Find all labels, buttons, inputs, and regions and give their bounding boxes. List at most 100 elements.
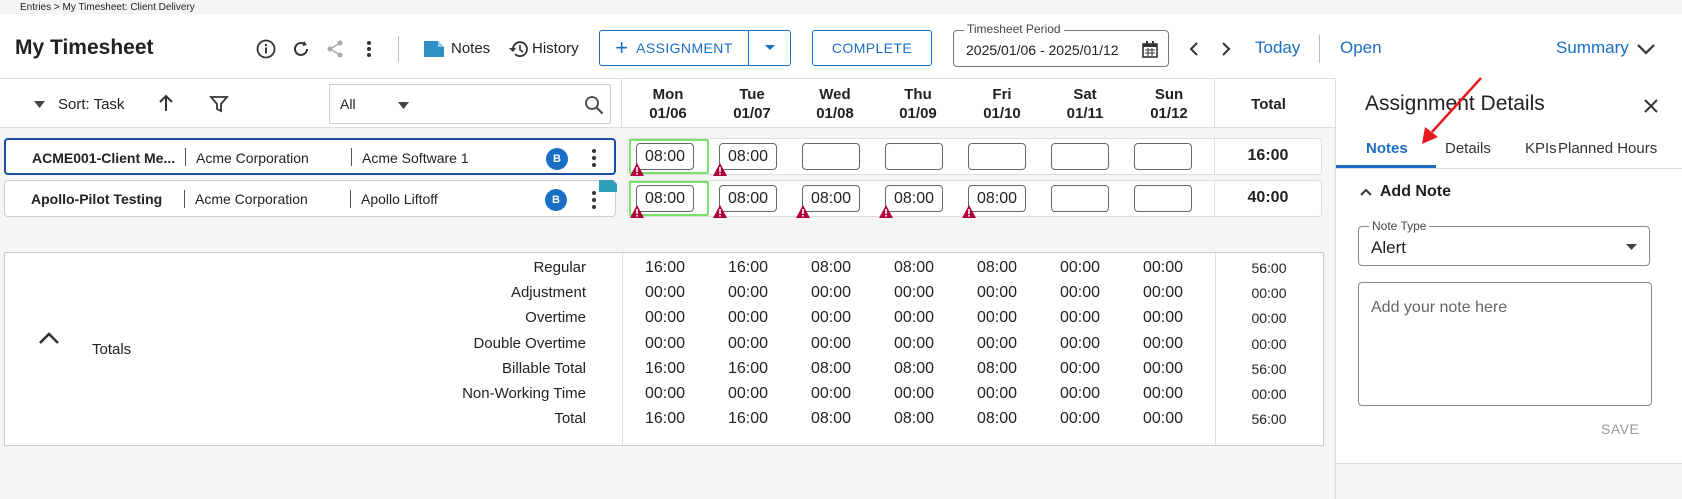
summary-link[interactable]: Summary — [1556, 38, 1629, 58]
close-icon[interactable] — [1643, 98, 1659, 114]
hour-input[interactable]: 08:00 — [968, 185, 1026, 212]
history-icon[interactable] — [506, 36, 532, 62]
note-textarea[interactable] — [1358, 282, 1652, 406]
hour-input[interactable] — [1051, 143, 1109, 170]
warning-icon[interactable] — [962, 205, 976, 218]
plus-icon: + — [615, 35, 629, 60]
hour-input[interactable]: 08:00 — [802, 185, 860, 212]
warning-icon[interactable] — [796, 205, 810, 218]
tab-notes[interactable]: Notes — [1366, 140, 1408, 157]
warning-icon[interactable] — [630, 163, 644, 176]
open-link[interactable]: Open — [1340, 38, 1382, 58]
totals-cell: 00:00 — [1059, 359, 1101, 377]
more-vert-icon[interactable] — [591, 148, 597, 168]
sort-ascending-icon[interactable] — [157, 93, 175, 113]
hour-input[interactable]: 08:00 — [636, 143, 694, 170]
hour-input[interactable] — [1134, 143, 1192, 170]
row-total: 16:00 — [1247, 147, 1289, 164]
billable-badge[interactable]: B — [546, 148, 568, 170]
totals-row-total: 00:00 — [1251, 335, 1287, 352]
tab-planned-hours[interactable]: Planned Hours — [1558, 140, 1657, 157]
info-icon[interactable] — [253, 36, 279, 62]
totals-row-total: 56:00 — [1251, 411, 1287, 428]
totals-cell: 00:00 — [1142, 334, 1184, 352]
billable-badge[interactable]: B — [545, 189, 567, 211]
refresh-icon[interactable] — [288, 36, 314, 62]
assignment-row[interactable]: ACME001-Client Me... Acme Corporation Ac… — [4, 138, 616, 175]
hour-input[interactable]: 08:00 — [719, 143, 777, 170]
tab-divider — [1336, 168, 1682, 169]
total-header: Total — [1251, 96, 1286, 113]
totals-cell: 08:00 — [976, 359, 1018, 377]
hour-input[interactable] — [1051, 185, 1109, 212]
hour-input[interactable] — [885, 143, 943, 170]
hour-input[interactable] — [968, 143, 1026, 170]
totals-cell: 00:00 — [893, 284, 935, 302]
caret-down-icon — [398, 102, 409, 109]
totals-cell: 16:00 — [727, 359, 769, 377]
timesheet-grid: Sort: Task All Mon 01/06 Tue 01/07 Wed 01/0… — [0, 78, 1335, 499]
today-link[interactable]: Today — [1255, 38, 1300, 58]
history-button[interactable]: History — [532, 40, 579, 57]
warning-icon[interactable] — [630, 205, 644, 218]
breadcrumb[interactable]: Entries > My Timesheet: Client Delivery — [20, 2, 195, 13]
totals-cell: 16:00 — [727, 410, 769, 428]
header-divider — [1319, 35, 1320, 63]
calendar-icon[interactable] — [1142, 41, 1158, 58]
day-header-sat: Sat 01/11 — [1066, 86, 1104, 122]
hour-input[interactable]: 08:00 — [885, 185, 943, 212]
complete-button[interactable]: COMPLETE — [812, 30, 932, 66]
sort-dropdown-icon[interactable] — [34, 101, 45, 108]
note-corner-icon[interactable] — [599, 180, 617, 192]
row-total: 40:00 — [1247, 189, 1289, 206]
grid-header: Sort: Task All Mon 01/06 Tue 01/07 Wed 01/0… — [0, 78, 1335, 129]
assignment-row[interactable]: Apollo-Pilot Testing Acme Corporation Ap… — [4, 180, 617, 217]
totals-row-label: Double Overtime — [473, 334, 586, 352]
note-type-select[interactable]: Note Type Alert — [1358, 219, 1650, 266]
totals-cell: 00:00 — [1059, 259, 1101, 276]
totals-cell: 08:00 — [976, 410, 1018, 428]
totals-cell: 00:00 — [976, 284, 1018, 302]
row-task: ACME001-Client Me... — [32, 150, 176, 166]
chevron-down-icon[interactable] — [1633, 36, 1659, 62]
hour-input[interactable]: 08:00 — [636, 185, 694, 212]
totals-cell: 00:00 — [1059, 385, 1101, 402]
add-assignment-button[interactable]: + ASSIGNMENT — [599, 30, 749, 66]
totals-row-label: Overtime — [525, 309, 586, 327]
tab-details[interactable]: Details — [1445, 140, 1491, 157]
chevron-right-icon[interactable] — [1213, 36, 1239, 62]
filter-icon[interactable] — [209, 95, 229, 113]
assignment-details-panel: Assignment Details Notes Details KPIs Pl… — [1335, 78, 1682, 499]
more-vert-icon[interactable] — [356, 36, 382, 62]
totals-cell: 00:00 — [1059, 309, 1101, 327]
totals-cell: 00:00 — [1142, 359, 1184, 377]
add-note-toggle[interactable]: Add Note — [1360, 183, 1451, 201]
more-vert-icon[interactable] — [591, 190, 597, 210]
totals-cell: 00:00 — [1142, 309, 1184, 327]
share-icon[interactable] — [322, 36, 348, 62]
collapse-chevron-up-icon[interactable] — [38, 331, 60, 345]
totals-cell: 00:00 — [644, 385, 686, 402]
chevron-left-icon[interactable] — [1181, 36, 1207, 62]
totals-row-label: Non-Working Time — [462, 385, 586, 402]
save-button[interactable]: SAVE — [1601, 421, 1639, 437]
hour-input[interactable]: 08:00 — [719, 185, 777, 212]
hour-input[interactable] — [1134, 185, 1192, 212]
notes-button[interactable]: Notes — [451, 40, 490, 57]
warning-icon[interactable] — [879, 205, 893, 218]
hour-input[interactable] — [802, 143, 860, 170]
totals-cell: 00:00 — [1142, 284, 1184, 302]
warning-icon[interactable] — [713, 163, 727, 176]
warning-icon[interactable] — [713, 205, 727, 218]
timesheet-period-field[interactable]: Timesheet Period 2025/01/06 - 2025/01/12 — [953, 22, 1169, 67]
note-icon[interactable] — [421, 36, 447, 62]
row-project: Acme Software 1 — [362, 150, 469, 166]
tab-kpis[interactable]: KPIs — [1525, 140, 1557, 157]
caret-down-icon — [764, 45, 775, 50]
sort-label[interactable]: Sort: Task — [58, 96, 124, 113]
assignment-dropdown-button[interactable] — [748, 30, 791, 66]
totals-cell: 08:00 — [893, 359, 935, 377]
filter-select[interactable]: All — [329, 84, 611, 124]
search-icon[interactable] — [584, 95, 604, 115]
totals-cell: 00:00 — [1059, 284, 1101, 302]
